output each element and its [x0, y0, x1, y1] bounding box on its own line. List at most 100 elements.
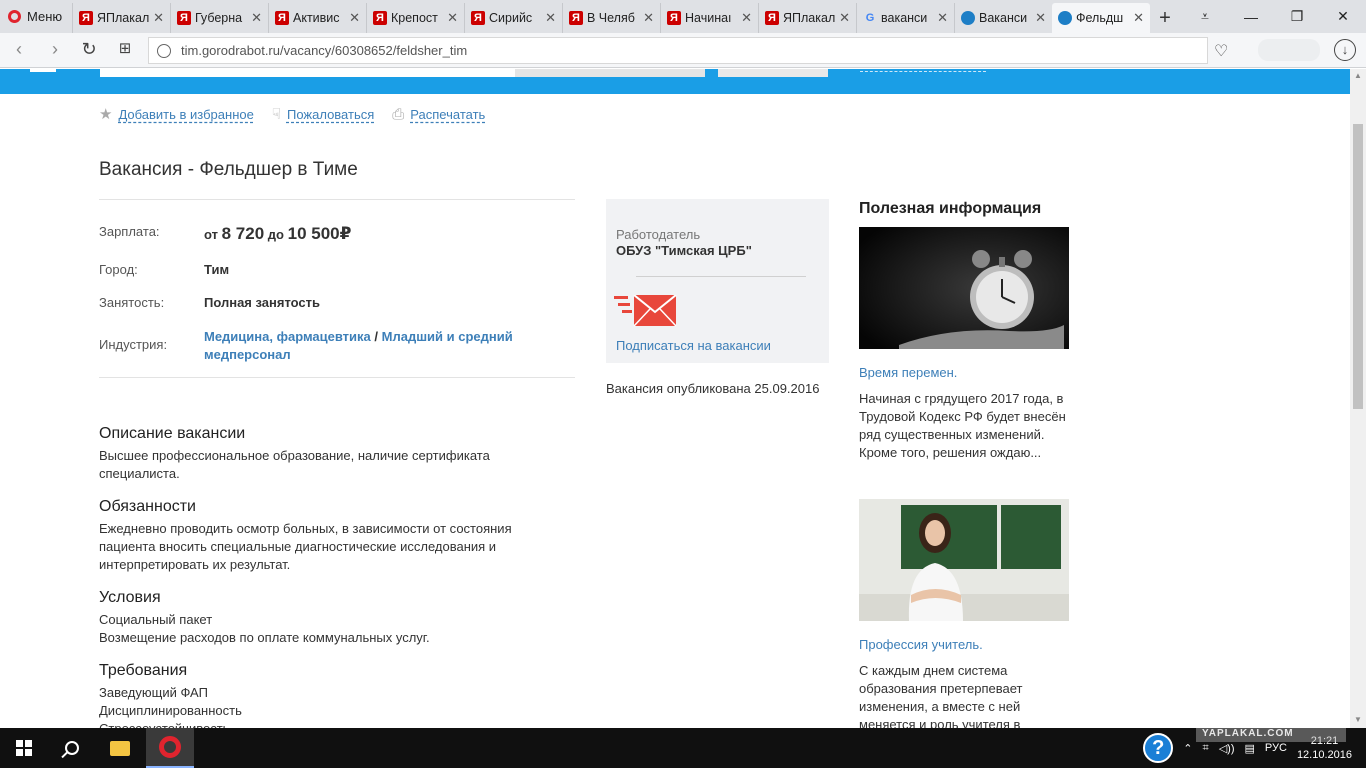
google-icon: G — [865, 12, 875, 24]
maximize-icon[interactable]: ❐ — [1274, 8, 1320, 25]
forward-icon[interactable]: › — [38, 39, 72, 60]
yaplakal-icon: Я — [373, 11, 387, 25]
conditions-heading: Условия — [99, 589, 161, 606]
close-tab-icon[interactable]: ✕ — [937, 10, 948, 26]
download-icon[interactable]: ↓ — [1334, 39, 1356, 61]
network-icon[interactable]: ⌗ — [1203, 742, 1209, 755]
industry-row: Индустрия: Медицина, фармацевтика / Млад… — [99, 328, 524, 364]
back-icon[interactable]: ‹ — [2, 39, 36, 60]
browser-tab[interactable]: Ваканси ✕ — [954, 3, 1052, 33]
scroll-down-icon[interactable]: ▼ — [1354, 715, 1362, 724]
article-link-1[interactable]: Время перемен. — [859, 365, 957, 380]
description-heading: Описание вакансии — [99, 425, 246, 442]
browser-tab[interactable]: ЯВ Челяб ✕ — [562, 3, 660, 33]
close-tab-icon[interactable]: ✕ — [153, 10, 164, 26]
teacher-image[interactable] — [859, 499, 1069, 621]
volume-icon[interactable]: ◁)) — [1219, 742, 1235, 755]
opera-logo-icon — [8, 10, 21, 23]
site-search-input[interactable] — [100, 69, 515, 77]
opera-taskbar-button[interactable] — [146, 728, 194, 768]
watermark-overlay: YAPLAKAL.COM — [1196, 728, 1346, 742]
page-scrollbar[interactable]: ▲ ▼ — [1350, 69, 1366, 728]
favorite-link[interactable]: Добавить в избранное — [118, 107, 253, 122]
article-text-1: Начиная с грядущего 2017 года, в Трудово… — [859, 391, 1066, 460]
industry-link-medicine[interactable]: Медицина, фармацевтика — [204, 329, 371, 344]
print-link[interactable]: Распечатать — [410, 107, 485, 122]
browser-tab[interactable]: Я Активис ✕ — [268, 3, 366, 33]
start-button[interactable] — [0, 728, 48, 768]
subscribe-link[interactable]: Подписаться на вакансии — [616, 338, 771, 353]
clock-date: 12.10.2016 — [1296, 749, 1352, 761]
browser-tab[interactable]: Я ЯПлакал ✕ — [72, 3, 170, 33]
window-controls: ⩡ — ❐ ✕ — [1182, 0, 1366, 33]
alarm-clock-image[interactable] — [859, 227, 1069, 349]
minimize-icon[interactable]: — — [1228, 9, 1274, 25]
salary-row: Зарплата: от 8 720 до 10 500₽ — [99, 224, 351, 244]
bookmark-heart-icon[interactable]: ♡ — [1214, 41, 1228, 61]
conditions-text-2: Возмещение расходов по оплате коммунальн… — [99, 630, 430, 645]
scroll-up-icon[interactable]: ▲ — [1354, 71, 1362, 80]
thumbs-down-icon: ☟ — [271, 106, 281, 123]
browser-tab-active[interactable]: Фельдш ✕ — [1052, 3, 1150, 33]
folder-icon — [110, 740, 130, 756]
close-tab-icon[interactable]: ✕ — [839, 10, 850, 26]
browser-tab[interactable]: Я Начинаı ✕ — [660, 3, 758, 33]
complain-link[interactable]: Пожаловаться — [287, 107, 374, 122]
mail-subscribe-icon[interactable] — [614, 295, 678, 327]
favorite-action[interactable]: ★ Добавить в избранное — [99, 105, 254, 123]
duties-text: Ежедневно проводить осмотр больных, в за… — [99, 521, 512, 572]
browser-tab[interactable]: Я Губерна ✕ — [170, 3, 268, 33]
file-explorer-button[interactable] — [96, 728, 144, 768]
yaplakal-icon: Я — [177, 11, 191, 25]
site-search-button[interactable] — [718, 69, 828, 77]
printer-icon: ⎙ — [392, 105, 405, 123]
address-toolbar: ‹ › ↻ ⊞ tim.gorodrabot.ru/vacancy/603086… — [0, 33, 1366, 68]
hamburger-menu-icon[interactable] — [30, 69, 56, 72]
close-tab-icon[interactable]: ✕ — [349, 10, 360, 26]
close-tab-icon[interactable]: ✕ — [1133, 10, 1144, 26]
employer-label: Работодатель — [616, 227, 701, 242]
reload-icon[interactable]: ↻ — [72, 39, 106, 60]
help-icon[interactable]: ? — [1143, 733, 1174, 763]
vacancy-actions: ★ Добавить в избранное ☟ Пожаловаться ⎙ … — [99, 105, 485, 124]
language-indicator[interactable]: РУС — [1265, 742, 1287, 754]
url-input[interactable]: tim.gorodrabot.ru/vacancy/60308652/felds… — [148, 37, 1208, 64]
header-link[interactable] — [860, 69, 986, 72]
close-tab-icon[interactable]: ✕ — [643, 10, 654, 26]
close-tab-icon[interactable]: ✕ — [741, 10, 752, 26]
close-tab-icon[interactable]: ✕ — [251, 10, 262, 26]
complain-action[interactable]: ☟ Пожаловаться — [272, 105, 374, 123]
employment-value: Полная занятость — [204, 295, 321, 310]
salary-from: 8 720 — [221, 224, 265, 243]
close-tab-icon[interactable]: ✕ — [1035, 10, 1046, 26]
close-tab-icon[interactable]: ✕ — [447, 10, 458, 26]
yaplakal-icon: Я — [569, 11, 583, 25]
sync-profile[interactable] — [1258, 39, 1320, 61]
speed-dial-icon[interactable]: ⊞ — [108, 39, 142, 57]
search-icon — [65, 741, 79, 755]
browser-menu-button[interactable]: Меню — [0, 0, 72, 33]
yaplakal-icon: Я — [79, 11, 93, 25]
tray-expand-icon[interactable]: ⌃ — [1183, 742, 1192, 755]
close-window-icon[interactable]: ✕ — [1320, 8, 1366, 25]
gorodrabot-icon — [1058, 11, 1072, 25]
notifications-icon[interactable]: ▤ — [1245, 742, 1255, 755]
globe-icon — [157, 43, 171, 58]
article-link-2[interactable]: Профессия учитель. — [859, 637, 983, 652]
browser-tab[interactable]: Я ЯПлакал ✕ — [758, 3, 856, 33]
tab-menu-icon[interactable]: ⩡ — [1182, 8, 1228, 25]
requirements-heading: Требования — [99, 662, 188, 679]
new-tab-icon[interactable]: + — [1150, 3, 1180, 33]
browser-tab[interactable]: Я Сирийс ✕ — [464, 3, 562, 33]
close-tab-icon[interactable]: ✕ — [545, 10, 556, 26]
city-value: Тим — [204, 262, 230, 277]
industry-label: Индустрия: — [99, 337, 168, 352]
requirements-text-2: Дисциплинированность — [99, 703, 242, 718]
region-select[interactable] — [515, 69, 705, 77]
browser-tab[interactable]: Gваканси ✕ — [856, 3, 954, 33]
scrollbar-thumb[interactable] — [1353, 124, 1363, 409]
browser-tab[interactable]: Я Крепост ✕ — [366, 3, 464, 33]
yaplakal-icon: Я — [667, 11, 681, 25]
taskbar-search-button[interactable] — [48, 728, 96, 768]
print-action[interactable]: ⎙ Распечатать — [392, 105, 485, 123]
